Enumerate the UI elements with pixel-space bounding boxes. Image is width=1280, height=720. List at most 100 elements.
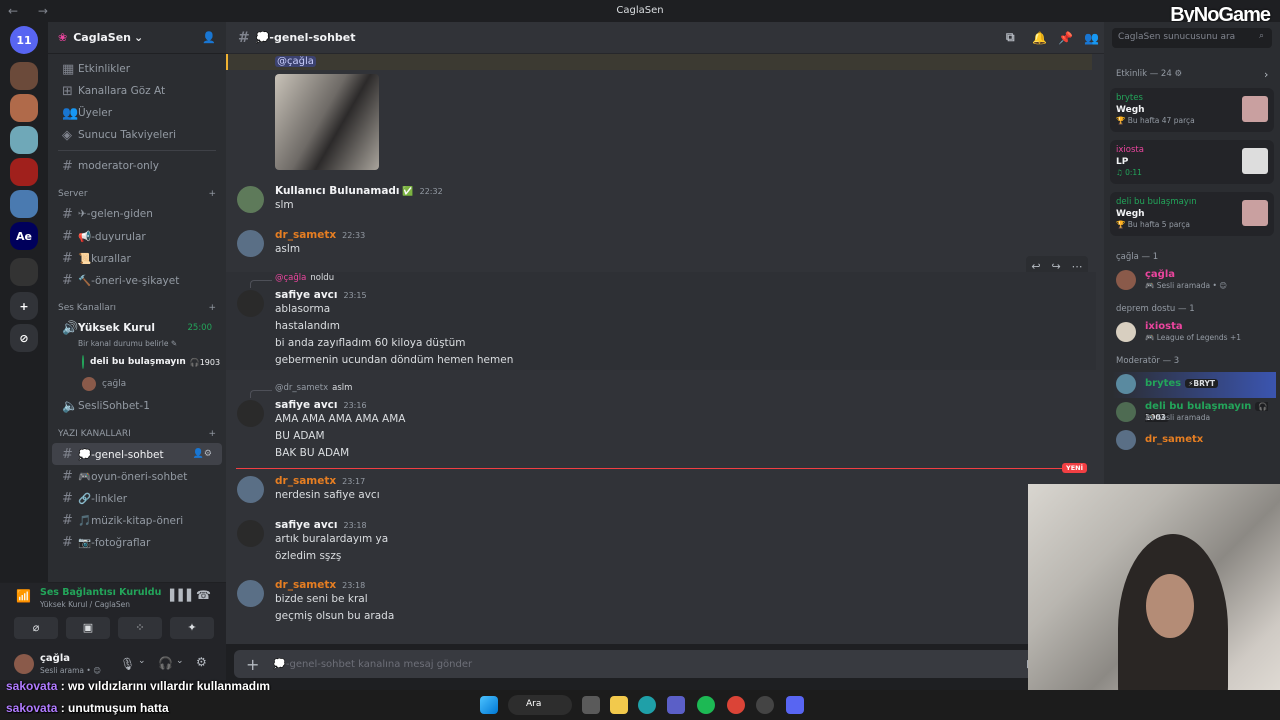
soundboard-button[interactable]: ✦ bbox=[170, 617, 214, 639]
taskbar-search[interactable]: Ara bbox=[508, 695, 572, 715]
screen-share-button[interactable]: ▣ bbox=[66, 617, 110, 639]
server-icon[interactable] bbox=[10, 190, 38, 218]
member-item[interactable]: dr_sametx bbox=[1112, 428, 1276, 454]
message-author[interactable]: Kullanıcı Bulunamadı bbox=[275, 185, 400, 197]
message-input[interactable]: 💭-genel-sohbet kanalına mesaj gönder bbox=[273, 659, 472, 670]
activity-button[interactable]: ⁘ bbox=[118, 617, 162, 639]
menu-item[interactable]: 👥 Üyeler bbox=[52, 102, 222, 124]
activity-card[interactable]: ixiosta LP ♫ 0:11 bbox=[1110, 140, 1274, 184]
voice-user[interactable]: çağla bbox=[52, 373, 222, 395]
member-item[interactable]: ixiosta 🎮 League of Legends +1 bbox=[1112, 320, 1276, 346]
server-icon[interactable]: + bbox=[10, 292, 38, 320]
spotify-icon[interactable] bbox=[697, 696, 715, 714]
voice-channel-seslisohbet[interactable]: 🔈 SesliSohbet-1 bbox=[52, 395, 222, 417]
channel-item[interactable]: # 📢-duyurular bbox=[52, 225, 222, 247]
channel-item[interactable]: # 🎵müzik-kitap-öneri bbox=[52, 509, 222, 531]
message-author[interactable]: safiye avcı bbox=[275, 519, 338, 531]
message-author[interactable]: dr_sametx bbox=[275, 579, 336, 591]
chevron-down-icon[interactable]: ⌄ bbox=[176, 656, 184, 666]
app-icon[interactable] bbox=[756, 696, 774, 714]
edge-icon[interactable] bbox=[638, 696, 656, 714]
menu-item[interactable]: ▦ Etkinlikler bbox=[52, 58, 222, 80]
task-view-icon[interactable] bbox=[582, 696, 600, 714]
channel-item[interactable]: # 🔨-öneri-ve-şikayet bbox=[52, 269, 222, 291]
message-composer[interactable]: + 💭-genel-sohbet kanalına mesaj gönder ⊞… bbox=[234, 650, 1096, 678]
pin-icon[interactable]: 📌 bbox=[1058, 31, 1073, 45]
voice-connected-path[interactable]: Yüksek Kurul / CaglaSen bbox=[40, 600, 130, 609]
chevron-right-icon[interactable]: › bbox=[1264, 68, 1268, 81]
channel-item[interactable]: # 🎮oyun-öneri-sohbet bbox=[52, 465, 222, 487]
threads-icon[interactable]: ⧉ bbox=[1006, 30, 1015, 45]
headphones-icon[interactable]: 🎧 bbox=[158, 656, 173, 670]
invite-icon[interactable]: 👤⚙ bbox=[193, 449, 212, 459]
category-server[interactable]: Server + bbox=[48, 185, 226, 203]
windows-start-icon[interactable] bbox=[480, 696, 498, 714]
avatar[interactable] bbox=[237, 476, 264, 503]
add-channel-icon[interactable]: + bbox=[208, 429, 216, 439]
channel-item[interactable]: # 🔗-linkler bbox=[52, 487, 222, 509]
server-icon[interactable]: Ae bbox=[10, 222, 38, 250]
avatar[interactable] bbox=[14, 654, 34, 674]
server-icon[interactable] bbox=[10, 62, 38, 90]
message-author[interactable]: dr_sametx bbox=[275, 475, 336, 487]
channel-item[interactable]: # ✈-gelen-giden bbox=[52, 203, 222, 225]
channel-item[interactable]: # 📷-fotoğraflar bbox=[52, 531, 222, 553]
discord-icon[interactable] bbox=[786, 696, 804, 714]
hash-icon: # bbox=[62, 228, 73, 244]
avatar[interactable] bbox=[237, 520, 264, 547]
message-author[interactable]: safiye avcı bbox=[275, 399, 338, 411]
avatar[interactable] bbox=[237, 400, 264, 427]
member-item[interactable]: brytes ⚡BRYT bbox=[1112, 372, 1276, 398]
disconnect-icon[interactable]: ☎ bbox=[196, 588, 211, 602]
menu-item[interactable]: ◈ Sunucu Takviyeleri bbox=[52, 124, 222, 146]
chrome-icon[interactable] bbox=[727, 696, 745, 714]
message-author[interactable]: safiye avcı bbox=[275, 289, 338, 301]
avatar[interactable] bbox=[237, 186, 264, 213]
search-icon[interactable]: ⌕ bbox=[1259, 31, 1264, 41]
activity-card[interactable]: deli bu bulaşmayın Wegh 🏆 Bu hafta 5 parça bbox=[1110, 192, 1274, 236]
avatar[interactable] bbox=[237, 230, 264, 257]
voice-user[interactable]: deli bu bulaşmayın 🎧1903 bbox=[52, 351, 222, 373]
member-item[interactable]: çağla 🎮 Sesli aramada • 😊 bbox=[1112, 268, 1276, 294]
server-icon[interactable]: 11 bbox=[10, 26, 38, 54]
voice-connected-status[interactable]: Ses Bağlantısı Kuruldu bbox=[40, 587, 161, 598]
message-author[interactable]: dr_sametx bbox=[275, 229, 336, 241]
reply-preview[interactable]: @çağla noldu bbox=[275, 273, 334, 283]
file-explorer-icon[interactable] bbox=[610, 696, 628, 714]
add-channel-icon[interactable]: + bbox=[208, 303, 216, 313]
channel-item[interactable]: # 💭-genel-sohbet 👤⚙ bbox=[52, 443, 222, 465]
camera-button[interactable]: ⌀ bbox=[14, 617, 58, 639]
member-item[interactable]: deli bu bulaşmayın 🎧1903 🎮 Sesli aramada bbox=[1112, 400, 1276, 426]
avatar[interactable] bbox=[237, 580, 264, 607]
server-icon[interactable] bbox=[10, 158, 38, 186]
member-list-icon[interactable]: 👥 bbox=[1084, 31, 1099, 45]
noise-suppression-icon[interactable]: ▌▌▌ bbox=[170, 589, 195, 602]
activity-card[interactable]: brytes Wegh 🏆 Bu hafta 47 parça bbox=[1110, 88, 1274, 132]
category-text[interactable]: YAZI KANALLARI + bbox=[48, 425, 226, 443]
add-attachment-icon[interactable]: + bbox=[246, 655, 259, 674]
bell-icon[interactable]: 🔔 bbox=[1032, 31, 1047, 45]
server-icon[interactable] bbox=[10, 94, 38, 122]
chevron-down-icon[interactable]: ⌄ bbox=[138, 656, 146, 666]
voice-status[interactable]: Bir kanal durumu belirle ✎ bbox=[48, 339, 226, 351]
reply-preview[interactable]: @dr_sametx aslm bbox=[275, 383, 352, 393]
mention-link[interactable]: @çağla bbox=[275, 56, 316, 67]
message-line: aslm bbox=[275, 243, 301, 255]
add-channel-icon[interactable]: + bbox=[208, 189, 216, 199]
category-voice[interactable]: Ses Kanalları + bbox=[48, 299, 226, 317]
search-input[interactable]: CaglaSen sunucusunu ara bbox=[1112, 28, 1272, 48]
microphone-icon[interactable]: 🎙 bbox=[120, 657, 135, 671]
channel-item[interactable]: # 📜kurallar bbox=[52, 247, 222, 269]
channel-moderator-only[interactable]: # moderator-only bbox=[52, 155, 222, 177]
server-icon[interactable]: ⊘ bbox=[10, 324, 38, 352]
image-attachment[interactable] bbox=[275, 74, 379, 170]
server-icon[interactable] bbox=[10, 126, 38, 154]
avatar[interactable] bbox=[237, 290, 264, 317]
teams-icon[interactable] bbox=[667, 696, 685, 714]
voice-channel-yuksek-kurul[interactable]: 🔊 Yüksek Kurul 25:00 bbox=[52, 317, 222, 339]
menu-item[interactable]: ⊞ Kanallara Göz At bbox=[52, 80, 222, 102]
gear-icon[interactable]: ⚙ bbox=[196, 655, 207, 669]
server-icon[interactable] bbox=[10, 258, 38, 286]
server-header[interactable]: ❀ CaglaSen ⌄ 👤 bbox=[48, 22, 226, 54]
invite-icon[interactable]: 👤 bbox=[202, 31, 216, 44]
